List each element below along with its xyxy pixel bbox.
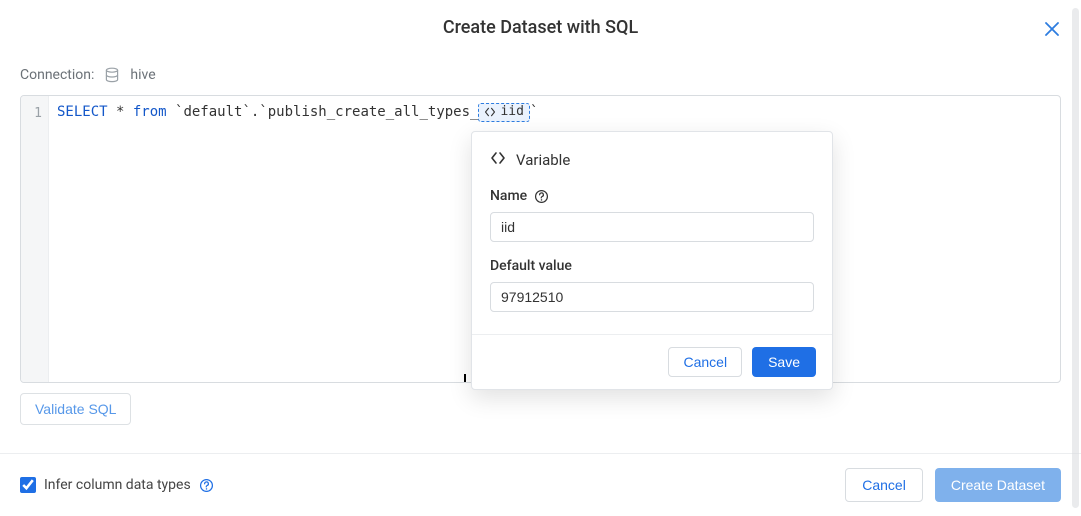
connection-label: Connection: <box>20 67 94 83</box>
sql-text: ` <box>530 104 538 120</box>
line-number: 1 <box>21 102 48 122</box>
variable-name-label-row: Name <box>490 188 814 204</box>
variable-popover: Variable Name Default value Cancel Save <box>471 131 833 390</box>
database-icon <box>104 67 120 83</box>
text-cursor <box>464 374 466 383</box>
infer-types-label: Infer column data types <box>44 477 191 493</box>
sql-keyword: SELECT <box>57 104 108 120</box>
close-button[interactable] <box>1043 20 1061 38</box>
connection-value: hive <box>130 67 155 83</box>
variable-save-button[interactable]: Save <box>752 347 816 377</box>
modal-header: Create Dataset with SQL <box>0 0 1081 55</box>
help-icon[interactable] <box>199 477 215 493</box>
variable-name-input[interactable] <box>490 212 814 242</box>
sql-keyword: from <box>133 104 167 120</box>
variable-chip-icon <box>484 106 496 118</box>
infer-types-control[interactable]: Infer column data types <box>20 477 215 493</box>
create-dataset-button[interactable]: Create Dataset <box>935 468 1061 502</box>
sql-text: `default`.`publish_create_all_types_ <box>167 104 479 120</box>
validate-sql-button[interactable]: Validate SQL <box>20 393 131 425</box>
variable-default-label-row: Default value <box>490 258 814 274</box>
variable-chip[interactable]: iid <box>478 103 529 122</box>
variable-icon <box>490 150 506 170</box>
infer-types-checkbox[interactable] <box>20 477 36 493</box>
cancel-button[interactable]: Cancel <box>845 468 923 502</box>
modal-footer: Infer column data types Cancel Create Da… <box>0 453 1081 516</box>
line-number-gutter: 1 <box>21 96 49 382</box>
variable-popover-title: Variable <box>490 150 814 170</box>
variable-cancel-button[interactable]: Cancel <box>668 347 742 377</box>
variable-name-label: Name <box>490 188 527 204</box>
modal-title: Create Dataset with SQL <box>443 17 638 38</box>
variable-default-label: Default value <box>490 258 572 274</box>
connection-row: Connection: hive <box>20 67 1061 83</box>
validate-row: Validate SQL <box>20 393 1061 425</box>
help-icon[interactable] <box>533 188 549 204</box>
variable-popover-footer: Cancel Save <box>472 334 832 389</box>
sql-text: * <box>108 104 133 120</box>
close-icon <box>1045 22 1059 36</box>
variable-default-input[interactable] <box>490 282 814 312</box>
variable-popover-body: Variable Name Default value <box>472 132 832 334</box>
variable-popover-heading: Variable <box>516 151 570 169</box>
scrollbar[interactable] <box>1072 8 1079 508</box>
variable-chip-label: iid <box>500 102 523 122</box>
